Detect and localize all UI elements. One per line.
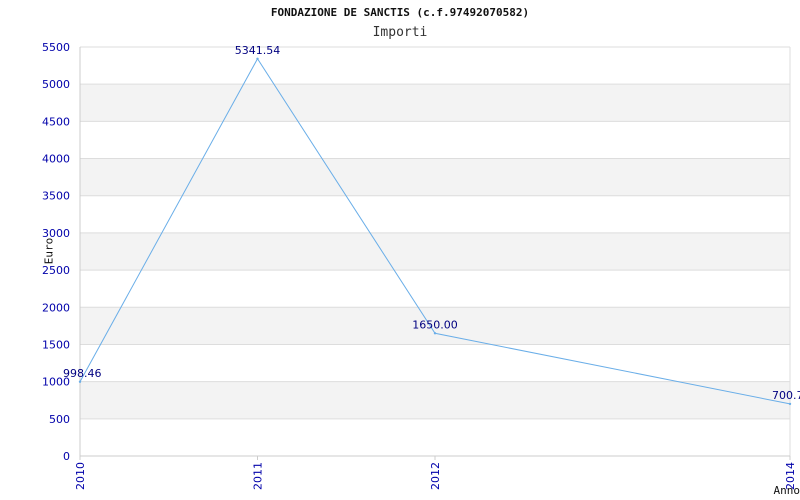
line-chart: 0500100015002000250030003500400045005000… <box>42 41 800 490</box>
grid-band <box>80 344 790 382</box>
y-tick-label: 3500 <box>42 190 70 203</box>
data-label: 700.7 <box>772 389 800 402</box>
x-tick-label: 2011 <box>252 462 265 490</box>
grid-band <box>80 47 790 85</box>
grid-band <box>80 195 790 233</box>
grid-band <box>80 121 790 159</box>
data-point <box>788 402 792 406</box>
y-tick-label: 4500 <box>42 115 70 128</box>
data-point <box>256 57 259 60</box>
x-axis-label: Anno <box>773 484 800 497</box>
data-label: 5341.54 <box>235 44 281 57</box>
y-axis-label: Euro <box>42 237 56 265</box>
data-label: 1650.00 <box>412 318 458 331</box>
y-tick-label: 2000 <box>42 301 70 314</box>
data-label: 998.46 <box>63 367 102 380</box>
y-tick-label: 5500 <box>42 41 70 54</box>
y-tick-label: 4000 <box>42 153 70 166</box>
x-tick-label: 2012 <box>429 462 442 490</box>
grid-band <box>80 418 790 456</box>
grid-band <box>80 158 790 196</box>
y-tick-label: 0 <box>63 450 70 463</box>
grid-band <box>80 381 790 419</box>
y-tick-label: 1500 <box>42 338 70 351</box>
grid-band <box>80 84 790 122</box>
y-tick-label: 5000 <box>42 78 70 91</box>
grid-band <box>80 232 790 271</box>
data-point <box>78 380 82 383</box>
y-tick-label: 2500 <box>42 264 70 277</box>
grid-band <box>80 270 790 308</box>
x-tick-label: 2010 <box>74 462 87 490</box>
data-point <box>433 332 437 335</box>
y-tick-label: 500 <box>49 413 70 426</box>
